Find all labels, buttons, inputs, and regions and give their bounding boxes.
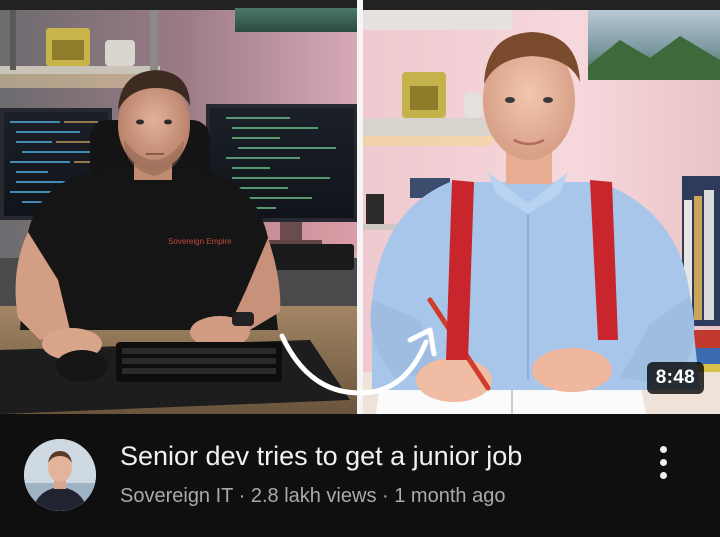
video-meta: Senior dev tries to get a junior job Sov… bbox=[0, 414, 720, 537]
view-count: 2.8 lakh views bbox=[250, 485, 377, 507]
more-dot bbox=[660, 472, 667, 479]
video-subline: Sovereign IT · 2.8 lakh views · 1 month … bbox=[120, 483, 505, 509]
separator-dot: · bbox=[382, 485, 389, 507]
channel-avatar[interactable] bbox=[24, 439, 96, 511]
video-card[interactable]: Sovereign Empire 8:48 Senior dev tries t… bbox=[0, 0, 720, 537]
more-vert-icon[interactable] bbox=[650, 442, 678, 482]
channel-name[interactable]: Sovereign IT bbox=[120, 485, 233, 507]
video-duration-badge: 8:48 bbox=[646, 362, 704, 394]
video-thumbnail[interactable]: Sovereign Empire 8:48 bbox=[0, 0, 720, 414]
video-title[interactable]: Senior dev tries to get a junior job bbox=[120, 439, 640, 473]
upload-age: 1 month ago bbox=[394, 485, 506, 507]
more-dot bbox=[660, 446, 667, 453]
shirt-logo: Sovereign Empire bbox=[168, 237, 232, 246]
more-dot bbox=[660, 459, 667, 466]
separator-dot: · bbox=[238, 485, 246, 507]
